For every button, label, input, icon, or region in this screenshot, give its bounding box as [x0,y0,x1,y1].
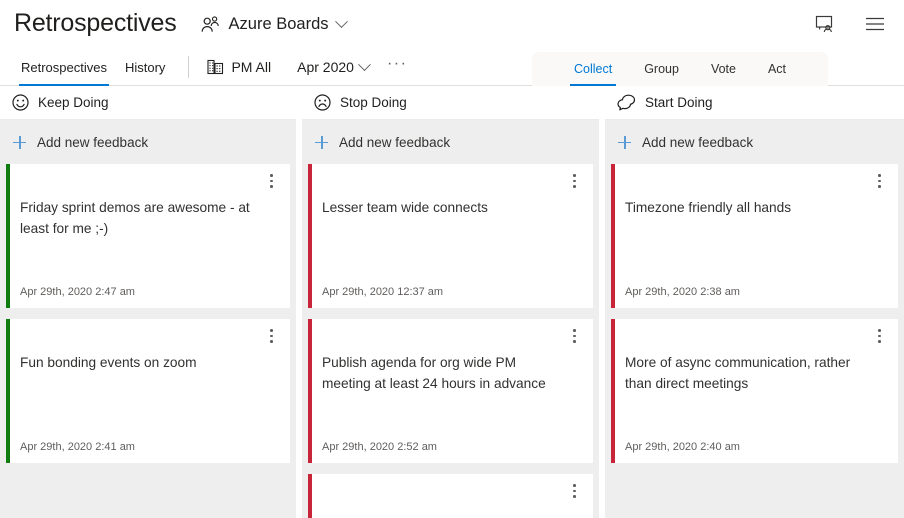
card-text: More of async communication, rather than… [625,352,884,394]
column-body-keep-doing: Add new feedback Friday sprint demos are… [0,120,296,518]
column-header-stop-doing: Stop Doing [302,86,599,120]
more-options-button[interactable]: ··· [387,56,407,78]
column-header-keep-doing: Keep Doing [0,86,296,120]
team-selector[interactable]: PM All [201,59,277,75]
card-context-menu-icon[interactable] [567,327,581,345]
subnav-left: Retrospectives History PM All Apr 2020 ·… [0,48,407,86]
stage-tab-vote-label: Vote [711,62,736,76]
tab-history[interactable]: History [116,48,174,86]
feedback-card[interactable]: Lesser team wide connects Apr 29th, 2020… [308,164,593,308]
card-context-menu-icon[interactable] [264,172,278,190]
card-timestamp: Apr 29th, 2020 2:40 am [625,431,884,453]
page-title: Retrospectives [14,11,177,38]
card-list-stop-doing: Lesser team wide connects Apr 29th, 2020… [302,164,593,518]
column-keep-doing: Keep Doing Add new feedback Friday sprin… [0,86,296,518]
stage-tab-group-label: Group [644,62,679,76]
column-body-start-doing: Add new feedback Timezone friendly all h… [605,120,904,518]
people-icon [201,16,221,33]
card-context-menu-icon[interactable] [567,482,581,500]
feedback-card[interactable]: Publish agenda for org wide PM meeting a… [308,319,593,463]
card-list-keep-doing: Friday sprint demos are awesome - at lea… [0,164,290,463]
team-label: PM All [231,59,271,75]
card-context-menu-icon[interactable] [872,172,886,190]
plus-icon [13,136,26,149]
card-context-menu-icon[interactable] [872,327,886,345]
card-accent-bar [308,319,312,463]
feedback-card[interactable]: Friday sprint demos are awesome - at lea… [6,164,290,308]
smiley-happy-icon [12,94,29,111]
card-timestamp: Apr 29th, 2020 2:47 am [20,276,276,298]
card-context-menu-icon[interactable] [567,172,581,190]
tab-history-label: History [125,60,165,75]
column-title: Stop Doing [340,95,407,110]
stage-tab-collect[interactable]: Collect [558,52,628,86]
chevron-down-icon [358,58,371,71]
iteration-label: Apr 2020 [297,59,354,75]
card-text: Lesser team wide connects [322,197,579,218]
feedback-card[interactable]: Timezone friendly all hands Apr 29th, 20… [611,164,898,308]
nav-divider [188,56,189,78]
add-feedback-label: Add new feedback [642,135,753,150]
top-header: Retrospectives Azure Boards [0,0,904,48]
column-stop-doing: Stop Doing Add new feedback Lesser team … [302,86,599,518]
card-text: Timezone friendly all hands [625,197,884,218]
column-start-doing: Start Doing Add new feedback Timezone fr… [605,86,904,518]
present-icon[interactable] [814,13,836,35]
card-text: Publish agenda for org wide PM meeting a… [322,352,579,394]
column-title: Start Doing [645,95,713,110]
retrospective-board: Keep Doing Add new feedback Friday sprin… [0,86,904,518]
card-accent-bar [308,474,312,518]
stage-tab-act[interactable]: Act [752,52,802,86]
column-body-stop-doing: Add new feedback Lesser team wide connec… [302,120,599,518]
card-timestamp: Apr 29th, 2020 12:37 am [322,276,579,298]
add-feedback-label: Add new feedback [339,135,450,150]
stage-tabs: Collect Group Vote Act [532,52,828,86]
card-accent-bar [611,164,615,308]
card-list-start-doing: Timezone friendly all hands Apr 29th, 20… [605,164,898,463]
plus-icon [618,136,631,149]
stage-tab-act-label: Act [768,62,786,76]
add-new-feedback-start-doing[interactable]: Add new feedback [605,120,898,164]
plus-icon [315,136,328,149]
team-icon [207,59,224,75]
feedback-card[interactable] [308,474,593,518]
add-new-feedback-keep-doing[interactable]: Add new feedback [0,120,290,164]
stage-tab-vote[interactable]: Vote [695,52,752,86]
card-accent-bar [611,319,615,463]
column-header-start-doing: Start Doing [605,86,904,120]
add-new-feedback-stop-doing[interactable]: Add new feedback [302,120,593,164]
stage-tab-group[interactable]: Group [628,52,695,86]
card-accent-bar [6,164,10,308]
card-text: Fun bonding events on zoom [20,352,276,373]
header-actions [814,13,890,35]
card-timestamp: Apr 29th, 2020 2:38 am [625,276,884,298]
card-timestamp: Apr 29th, 2020 2:41 am [20,431,276,453]
card-accent-bar [308,164,312,308]
add-feedback-label: Add new feedback [37,135,148,150]
smiley-sad-icon [314,94,331,111]
feedback-card[interactable]: More of async communication, rather than… [611,319,898,463]
stage-tab-collect-label: Collect [574,62,612,76]
feedback-card[interactable]: Fun bonding events on zoom Apr 29th, 202… [6,319,290,463]
tab-retrospectives-label: Retrospectives [21,60,107,75]
hamburger-menu-icon[interactable] [864,13,886,35]
column-title: Keep Doing [38,95,109,110]
board-picker-label: Azure Boards [229,15,329,34]
card-timestamp: Apr 29th, 2020 2:52 am [322,431,579,453]
card-context-menu-icon[interactable] [264,327,278,345]
card-text: Friday sprint demos are awesome - at lea… [20,197,276,239]
speech-bubbles-icon [617,94,636,111]
iteration-selector[interactable]: Apr 2020 [291,59,375,75]
sub-navigation: Retrospectives History PM All Apr 2020 ·… [0,48,904,86]
tab-retrospectives[interactable]: Retrospectives [12,48,116,86]
chevron-down-icon [335,15,348,28]
card-accent-bar [6,319,10,463]
board-picker[interactable]: Azure Boards [201,15,346,34]
